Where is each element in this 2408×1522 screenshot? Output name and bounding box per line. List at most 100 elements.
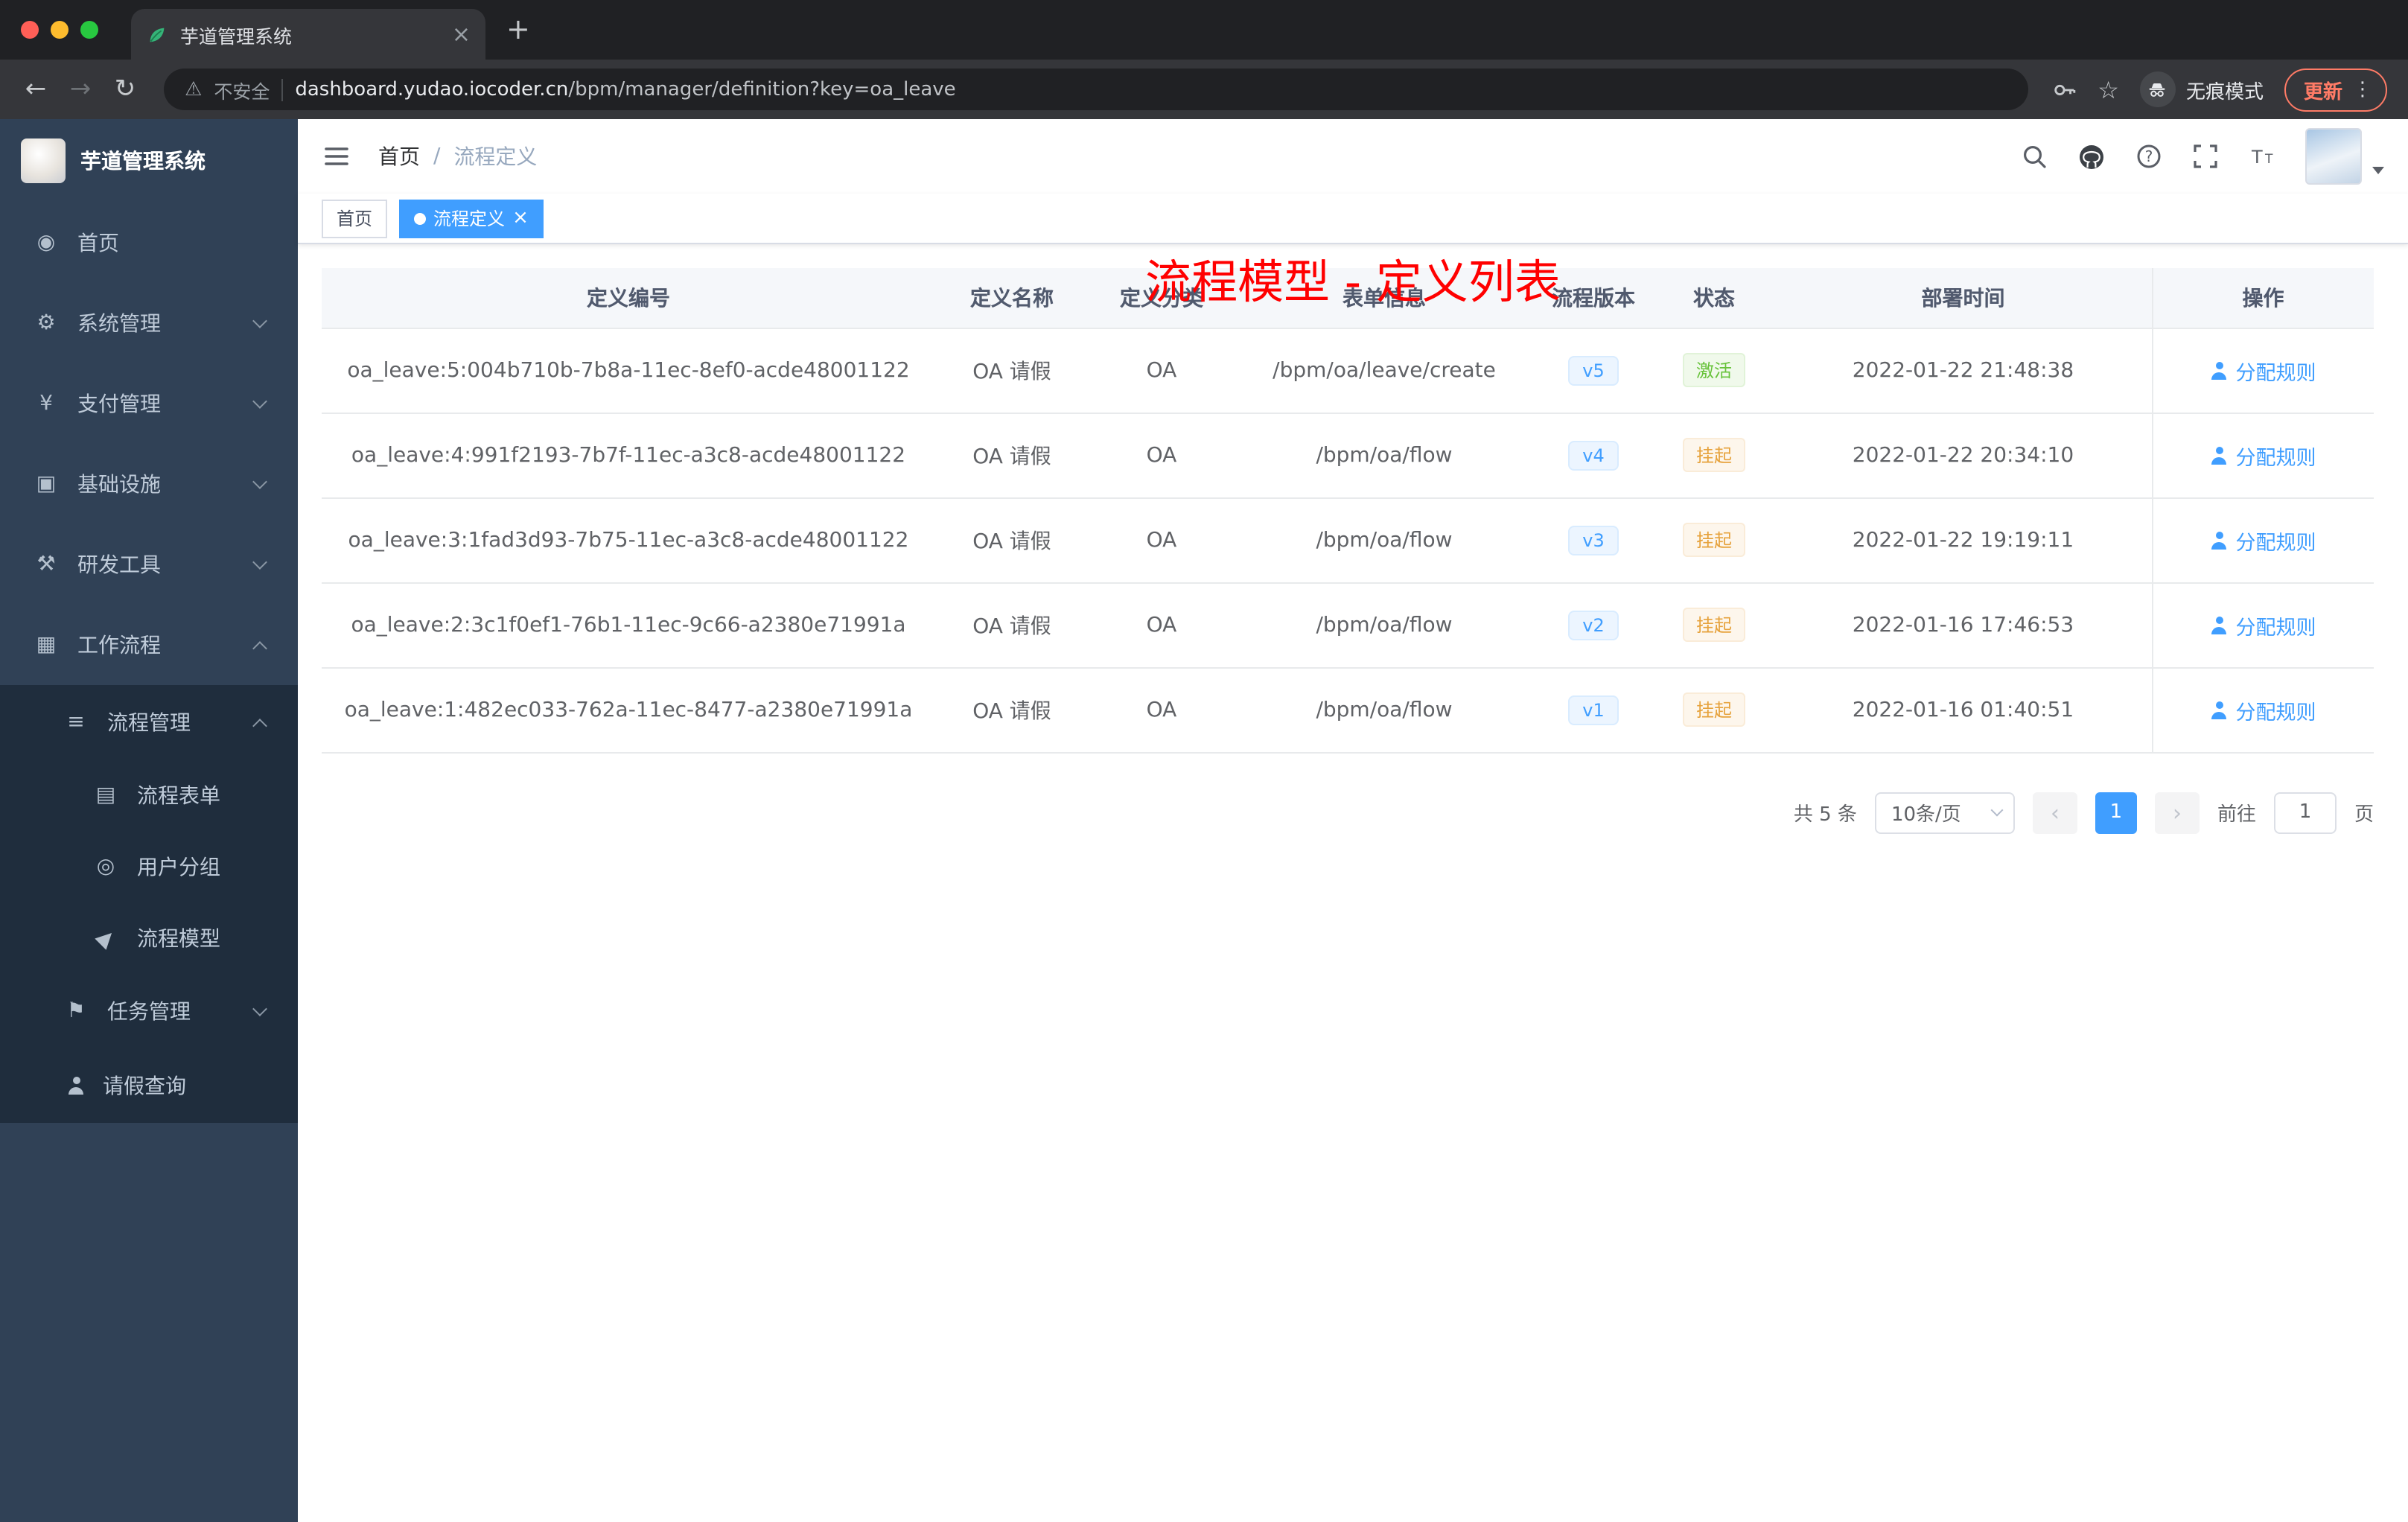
status-badge: 激活 — [1682, 353, 1745, 387]
minimize-window-button[interactable] — [51, 21, 69, 39]
user-icon — [2211, 616, 2229, 634]
help-icon[interactable]: ? — [2135, 143, 2162, 170]
browser-update-button[interactable]: 更新 ⋮ — [2284, 68, 2387, 111]
reload-icon[interactable]: ↻ — [110, 74, 140, 104]
navbar-right: ? TT — [2021, 128, 2384, 185]
table-row: oa_leave:2:3c1f0ef1-76b1-11ec-9c66-a2380… — [322, 582, 2374, 668]
sidebar-item-process-management[interactable]: ≡ 流程管理 — [0, 685, 298, 760]
sidebar-item-label: 研发工具 — [77, 554, 161, 578]
cell-form-link[interactable]: /bpm/oa/flow — [1235, 497, 1534, 583]
cell-name-link[interactable]: OA 请假 — [935, 328, 1089, 413]
user-icon — [2211, 701, 2229, 719]
user-icon — [2211, 531, 2229, 549]
user-menu[interactable] — [2305, 128, 2384, 185]
chevron-up-icon — [252, 640, 267, 655]
cell-name-link[interactable]: OA 请假 — [935, 582, 1089, 668]
sidebar-item-system[interactable]: ⚙ 系统管理 — [0, 283, 298, 363]
assign-rule-button[interactable]: 分配规则 — [2211, 610, 2316, 640]
status-badge: 挂起 — [1682, 692, 1745, 727]
sidebar-item-workflow[interactable]: ▦ 工作流程 — [0, 605, 298, 685]
fullscreen-icon[interactable] — [2192, 143, 2219, 170]
cell-deploy-time: 2022-01-22 20:34:10 — [1775, 413, 2152, 498]
sidebar-item-task-management[interactable]: ⚑ 任务管理 — [0, 974, 298, 1048]
status-badge: 挂起 — [1682, 438, 1745, 472]
sidebar-item-label: 系统管理 — [77, 313, 161, 337]
prev-page-button[interactable]: ‹ — [2032, 792, 2077, 833]
sidebar-item-process-form[interactable]: ▤ 流程表单 — [0, 760, 298, 831]
sidebar-item-infrastructure[interactable]: ▣ 基础设施 — [0, 444, 298, 524]
browser-tab[interactable]: 芋道管理系统 × — [131, 9, 485, 60]
zoom-window-button[interactable] — [80, 21, 98, 39]
breadcrumb-home[interactable]: 首页 — [378, 141, 420, 171]
toolbar-right: ☆ 无痕模式 更新 ⋮ — [2051, 68, 2387, 111]
sidebar-item-label: 支付管理 — [77, 393, 161, 417]
flag-icon: ⚑ — [66, 999, 86, 1023]
assign-rule-button[interactable]: 分配规则 — [2211, 695, 2316, 725]
list-icon: ≡ — [67, 710, 85, 734]
assign-rule-button[interactable]: 分配规则 — [2211, 525, 2316, 555]
sidebar-item-process-model[interactable]: ▶ 流程模型 — [0, 902, 298, 974]
sidebar-item-devtools[interactable]: ⚒ 研发工具 — [0, 524, 298, 605]
sidebar-logo[interactable]: 芋道管理系统 — [0, 119, 298, 203]
back-icon[interactable]: ← — [21, 74, 51, 104]
goto-page-input[interactable] — [2273, 792, 2337, 833]
cell-form-link[interactable]: /bpm/oa/flow — [1235, 413, 1534, 498]
assign-rule-button[interactable]: 分配规则 — [2211, 355, 2316, 385]
cell-form-link[interactable]: /bpm/oa/leave/create — [1235, 328, 1534, 413]
browser-toolbar: ← → ↻ ⚠ 不安全 dashboard.yudao.iocoder.cn/b… — [0, 60, 2408, 119]
pagination: 共 5 条 10条/页 ‹ 1 › 前往 页 — [322, 792, 2374, 833]
breadcrumb-separator: / — [433, 144, 441, 168]
paper-plane-icon: ▶ — [92, 924, 120, 952]
chevron-down-icon — [252, 313, 267, 328]
user-icon — [2211, 446, 2229, 464]
workflow-icon: ▦ — [36, 633, 57, 657]
bookmark-star-icon[interactable]: ☆ — [2098, 75, 2119, 104]
cell-name-link[interactable]: OA 请假 — [935, 667, 1089, 753]
table-row: oa_leave:3:1fad3d93-7b75-11ec-a3c8-acde4… — [322, 497, 2374, 583]
version-badge: v1 — [1567, 695, 1619, 725]
new-tab-button[interactable]: + — [506, 13, 530, 46]
tag-close-icon[interactable]: × — [512, 208, 529, 228]
svg-text:?: ? — [2145, 147, 2153, 165]
cell-id: oa_leave:3:1fad3d93-7b75-11ec-a3c8-acde4… — [322, 497, 935, 583]
browser-menu-icon[interactable]: ⋮ — [2353, 78, 2372, 101]
cell-form-link[interactable]: /bpm/oa/flow — [1235, 667, 1534, 753]
close-window-button[interactable] — [21, 21, 39, 39]
page-unit-label: 页 — [2354, 804, 2374, 827]
sidebar-item-home[interactable]: ◉ 首页 — [0, 203, 298, 283]
assign-rule-button[interactable]: 分配规则 — [2211, 440, 2316, 470]
next-page-button[interactable]: › — [2154, 792, 2200, 833]
search-icon[interactable] — [2021, 143, 2048, 170]
sidebar-item-leave-query[interactable]: 请假查询 — [0, 1048, 298, 1123]
cell-name-link[interactable]: OA 请假 — [935, 413, 1089, 498]
cell-category: OA — [1089, 413, 1235, 498]
page-size-select[interactable]: 10条/页 — [1874, 792, 2015, 833]
status-badge: 挂起 — [1682, 523, 1745, 557]
table-row: oa_leave:5:004b710b-7b8a-11ec-8ef0-acde4… — [322, 328, 2374, 413]
content-area: 定义编号 定义名称 定义分类 表单信息 流程版本 状态 部署时间 操作 oa_l — [298, 244, 2408, 833]
sidebar-item-label: 首页 — [77, 232, 119, 256]
github-icon[interactable] — [2077, 142, 2106, 171]
font-size-icon[interactable]: TT — [2249, 143, 2275, 170]
tags-view-bar: 首页 流程定义 × — [298, 194, 2408, 244]
sidebar-item-payment[interactable]: ¥ 支付管理 — [0, 363, 298, 444]
sidebar-item-user-group[interactable]: ◎ 用户分组 — [0, 831, 298, 902]
tab-close-icon[interactable]: × — [452, 22, 471, 45]
cell-form-link[interactable]: /bpm/oa/flow — [1235, 582, 1534, 668]
version-badge: v4 — [1567, 440, 1619, 470]
assign-rule-label: 分配规则 — [2235, 361, 2316, 385]
dashboard-icon: ◉ — [36, 231, 56, 255]
key-icon[interactable] — [2051, 77, 2077, 102]
tag-home[interactable]: 首页 — [322, 199, 388, 238]
tag-process-definition[interactable]: 流程定义 × — [399, 199, 544, 238]
hamburger-icon[interactable] — [322, 141, 351, 171]
divider — [281, 78, 284, 101]
svg-text:T: T — [2251, 147, 2263, 168]
assign-rule-label: 分配规则 — [2235, 616, 2316, 640]
assign-rule-label: 分配规则 — [2235, 701, 2316, 725]
address-bar[interactable]: ⚠ 不安全 dashboard.yudao.iocoder.cn/bpm/man… — [164, 69, 2028, 110]
cell-name-link[interactable]: OA 请假 — [935, 497, 1089, 583]
cell-id: oa_leave:2:3c1f0ef1-76b1-11ec-9c66-a2380… — [322, 582, 935, 668]
avatar[interactable] — [2305, 128, 2362, 185]
page-number-current[interactable]: 1 — [2095, 792, 2137, 833]
